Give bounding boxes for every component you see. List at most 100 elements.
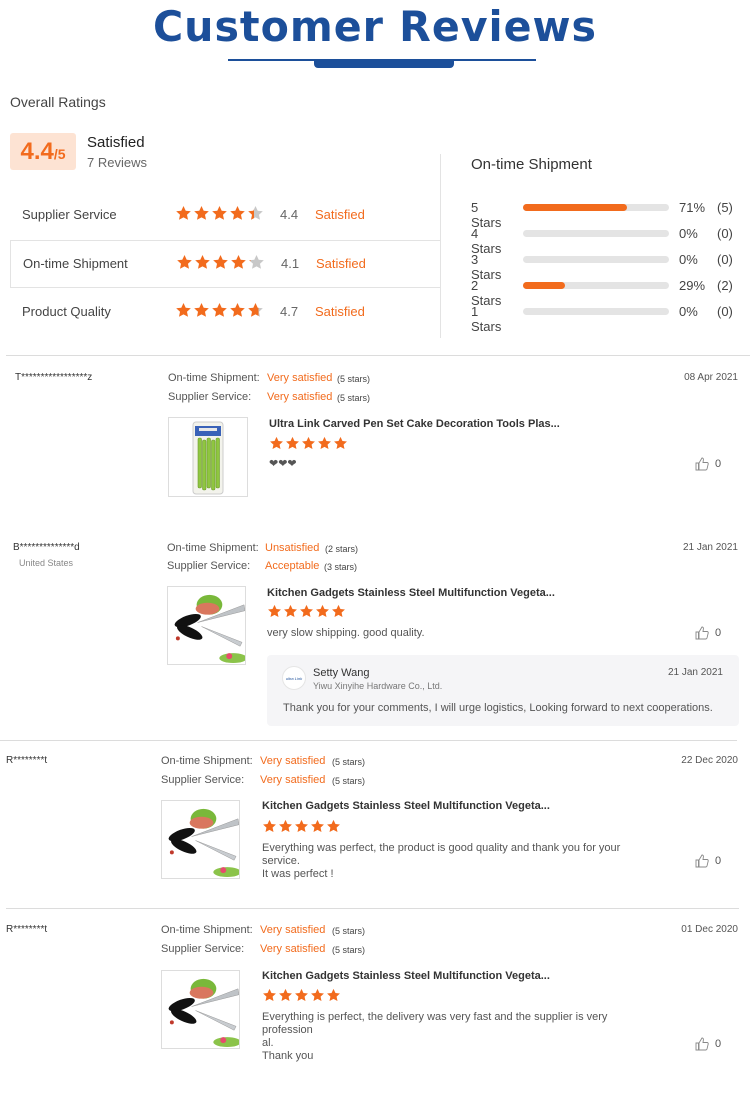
star-icon [286, 436, 299, 450]
distribution-count: (0) [717, 304, 733, 319]
shipment-breakdown-title: On-time Shipment [471, 156, 592, 173]
shipment-rating-stars: (5 stars) [337, 374, 371, 384]
like-button[interactable]: 0 [695, 1037, 721, 1051]
review-text-line: Everything is perfect, the delivery was … [262, 1011, 608, 1036]
star-icon [194, 206, 209, 220]
like-count: 0 [715, 627, 722, 639]
distribution-percent: 29% [679, 278, 706, 293]
star-icon [295, 988, 308, 1002]
review-item: B**************d United States On-time S… [0, 525, 750, 740]
star-icon [332, 604, 345, 618]
product-star-rating [269, 436, 348, 451]
overall-score-max: /5 [53, 146, 66, 162]
review-date: 01 Dec 2020 [681, 924, 738, 935]
distribution-bar [523, 230, 669, 237]
rating-row-supplier-service: Supplier Service 4.4 Satisfied [10, 192, 441, 240]
star-icon [316, 604, 329, 618]
supplier-reply-date: 21 Jan 2021 [667, 667, 723, 678]
like-count: 0 [715, 1038, 722, 1050]
star-icon [212, 206, 227, 220]
star-icon [318, 436, 331, 450]
star-icon [212, 303, 227, 317]
kitchen-scissors-icon [168, 808, 239, 878]
star-icon [249, 255, 264, 269]
shipment-rating-label: On-time Shipment: [168, 372, 260, 384]
product-star-rating [267, 604, 346, 619]
product-thumbnail[interactable] [167, 586, 246, 665]
like-count: 0 [715, 458, 722, 470]
product-title[interactable]: Kitchen Gadgets Stainless Steel Multifun… [262, 970, 550, 982]
star-icon [284, 604, 297, 618]
star-icon [213, 255, 228, 269]
review-item: R********t On-time Shipment: Very satisf… [0, 740, 750, 908]
like-button[interactable]: 0 [695, 854, 721, 868]
thumbs-up-icon [695, 854, 709, 868]
review-date: 22 Dec 2020 [681, 755, 738, 766]
review-date: 08 Apr 2021 [684, 372, 738, 383]
review-text: very slow shipping. good quality. [267, 627, 662, 640]
like-button[interactable]: 0 [695, 626, 721, 640]
reviewer-name: R********t [6, 924, 48, 935]
review-text-line: al. [262, 1037, 274, 1049]
distribution-bar [523, 256, 669, 263]
service-rating-value: Very satisfied [260, 943, 326, 955]
star-icon [300, 604, 313, 618]
shipment-rating-stars: (2 stars) [325, 544, 359, 554]
review-count[interactable]: 7 Reviews [87, 155, 147, 170]
product-title[interactable]: Ultra Link Carved Pen Set Cake Decoratio… [269, 418, 560, 430]
supplier-reply-text: Thank you for your comments, I will urge… [283, 702, 713, 714]
distribution-bar [523, 282, 669, 289]
star-icon [195, 255, 210, 269]
service-rating-label: Supplier Service: [161, 943, 245, 955]
reviewer-name: B**************d [13, 542, 80, 553]
title-underline-tab [314, 59, 454, 68]
supplier-reply: ultra Link Setty Wang Yiwu Xinyihe Hardw… [267, 655, 739, 726]
product-star-rating [262, 819, 341, 834]
shipment-rating-stars: (5 stars) [332, 757, 366, 767]
star-icon [263, 819, 276, 833]
shipment-rating-label: On-time Shipment: [167, 542, 259, 554]
distribution-bar [523, 204, 669, 211]
review-text: Everything is perfect, the delivery was … [262, 1011, 657, 1063]
service-rating-label: Supplier Service: [168, 391, 252, 403]
star-icon [231, 255, 246, 269]
product-title[interactable]: Kitchen Gadgets Stainless Steel Multifun… [267, 587, 555, 599]
overall-status: Satisfied [87, 134, 145, 151]
product-thumbnail[interactable] [168, 417, 248, 497]
review-text-line: ❤❤❤ [269, 458, 297, 470]
rating-row-status: Satisfied [316, 256, 366, 271]
star-icon [194, 303, 209, 317]
service-rating-value: Very satisfied [267, 391, 333, 403]
service-rating-stars: (5 stars) [337, 393, 371, 403]
distribution-percent: 0% [679, 304, 698, 319]
kitchen-scissors-icon [174, 594, 245, 664]
product-thumbnail[interactable] [161, 970, 240, 1049]
shipment-rating-value: Unsatisfied [265, 542, 320, 554]
star-icon [176, 206, 191, 220]
review-date: 21 Jan 2021 [682, 542, 738, 553]
rating-row-on-time-shipment[interactable]: On-time Shipment 4.1 Satisfied [10, 240, 441, 288]
star-icon [248, 303, 263, 317]
star-icon [263, 988, 276, 1002]
rating-row-product-quality: Product Quality 4.7 Satisfied [10, 289, 441, 337]
overall-score: 4.4 [20, 138, 54, 165]
service-rating-stars: (5 stars) [332, 945, 366, 955]
star-icon [279, 819, 292, 833]
distribution-count: (5) [717, 200, 733, 215]
star-icon [327, 819, 340, 833]
overall-score-badge: 4.4/5 [10, 133, 76, 170]
supplier-company[interactable]: Yiwu Xinyihe Hardware Co., Ltd. [313, 681, 442, 691]
star-icon [176, 303, 191, 317]
distribution-bar [523, 308, 669, 315]
star-icon [248, 206, 263, 220]
supplier-reply-name: Setty Wang [313, 667, 370, 679]
rating-row-score: 4.4 [280, 207, 299, 222]
service-rating-value: Acceptable [265, 560, 320, 572]
product-thumbnail[interactable] [161, 800, 240, 879]
like-button[interactable]: 0 [695, 457, 721, 471]
review-text-line: Everything was perfect, the product is g… [262, 842, 621, 867]
star-icon [334, 436, 347, 450]
star-icon [270, 436, 283, 450]
reviewer-name: T*****************z [15, 372, 93, 383]
product-title[interactable]: Kitchen Gadgets Stainless Steel Multifun… [262, 800, 550, 812]
